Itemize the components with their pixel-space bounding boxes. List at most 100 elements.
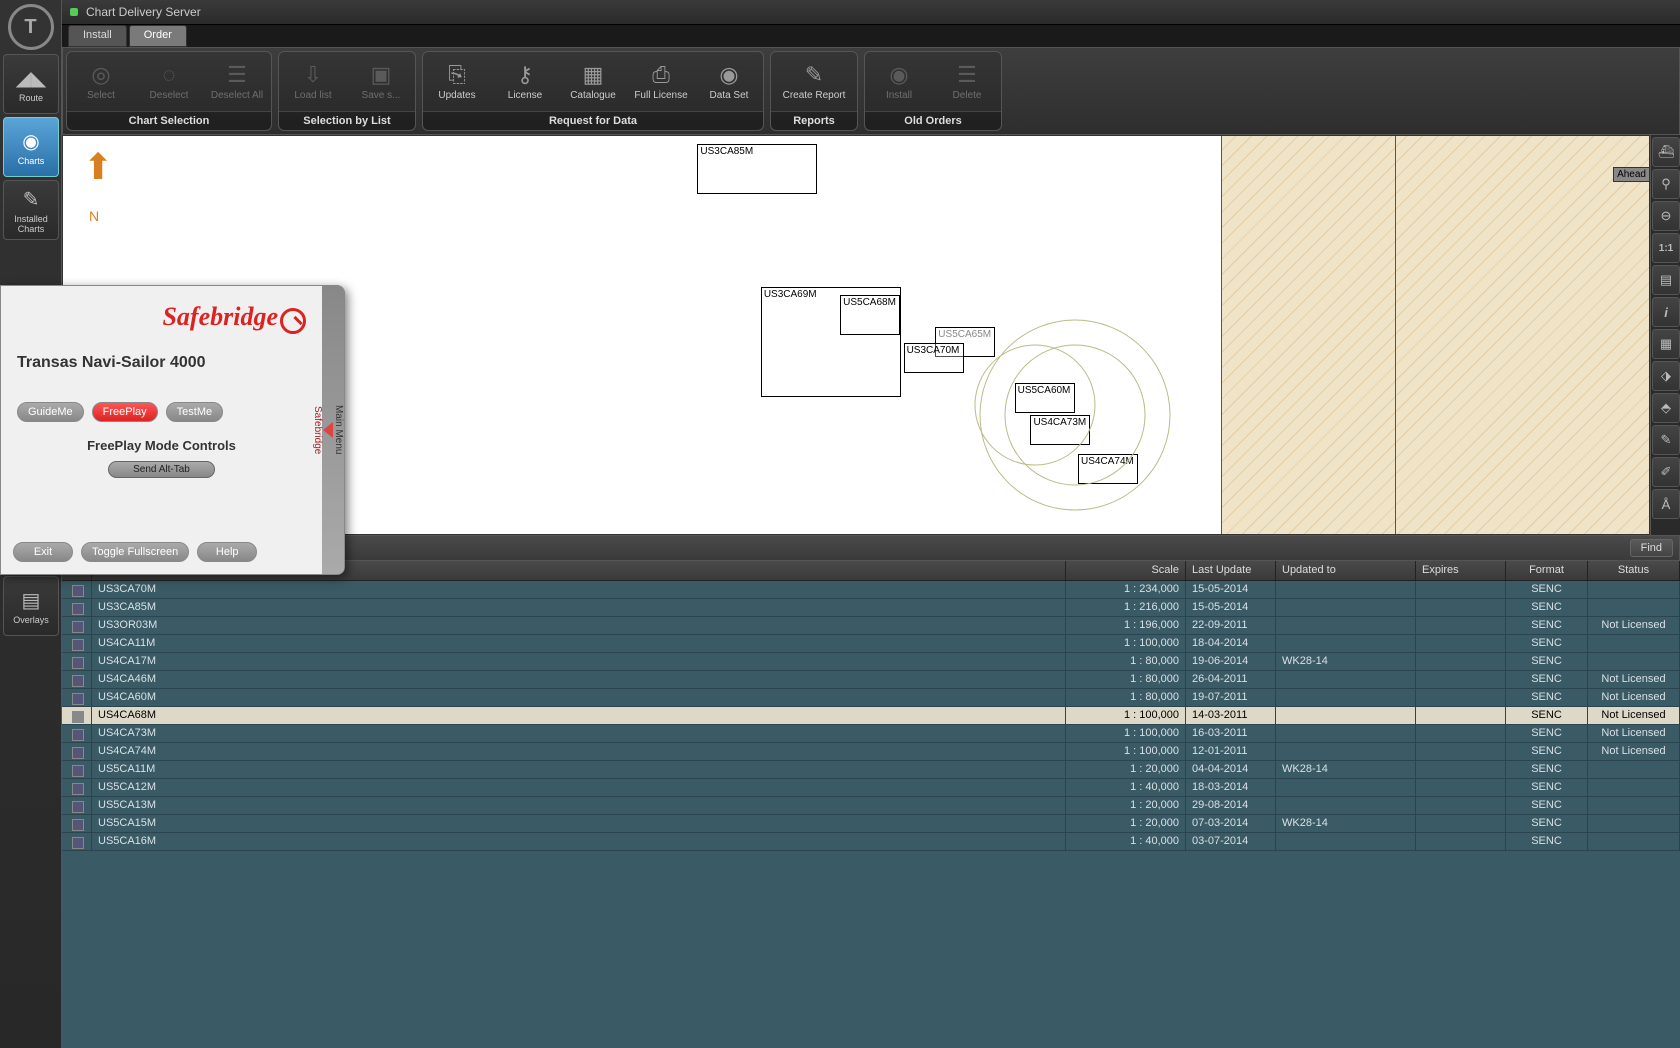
row-checkbox[interactable] — [72, 693, 84, 705]
target-icon: ◎ — [91, 62, 110, 88]
table-row[interactable]: US4CA46M1 : 80,00026-04-2011SENCNot Lice… — [62, 671, 1680, 689]
edit-button[interactable]: ✎ — [1652, 425, 1680, 455]
chart-table[interactable]: Scale Last Update Updated to Expires For… — [62, 561, 1680, 1048]
row-checkbox[interactable] — [72, 585, 84, 597]
stack2-button[interactable]: ⬘ — [1652, 393, 1680, 423]
overlays-button[interactable]: ▤ Overlays — [3, 576, 59, 636]
row-checkbox[interactable] — [72, 639, 84, 651]
cell-format: SENC — [1506, 815, 1588, 832]
cell-last-update: 29-08-2014 — [1186, 797, 1276, 814]
full-license-icon: ⎙ — [652, 62, 670, 88]
zoom-tool-button[interactable]: ⚲ — [1652, 169, 1680, 199]
info-button[interactable]: i — [1652, 297, 1680, 327]
toggle-fullscreen-button[interactable]: Toggle Fullscreen — [81, 542, 189, 562]
stack-button[interactable]: ⬗ — [1652, 361, 1680, 391]
chart-outline[interactable]: US3CA85M — [697, 144, 817, 194]
scale-1-1-button[interactable]: 1:1 — [1652, 233, 1680, 263]
row-checkbox[interactable] — [72, 729, 84, 741]
cell-expires — [1416, 635, 1506, 652]
row-checkbox[interactable] — [72, 621, 84, 633]
old-delete-button[interactable]: ☰Delete — [935, 54, 999, 109]
row-checkbox[interactable] — [72, 711, 84, 723]
table-row[interactable]: US4CA73M1 : 100,00016-03-2011SENCNot Lic… — [62, 725, 1680, 743]
cell-status — [1588, 653, 1680, 670]
table-row[interactable]: US4CA68M1 : 100,00014-03-2011SENCNot Lic… — [62, 707, 1680, 725]
row-checkbox[interactable] — [72, 675, 84, 687]
table-row[interactable]: US5CA16M1 : 40,00003-07-2014SENC — [62, 833, 1680, 851]
send-alttab-button[interactable]: Send Alt-Tab — [108, 461, 215, 478]
col-expires[interactable]: Expires — [1416, 561, 1506, 580]
cell-name: US5CA13M — [92, 797, 1066, 814]
col-status[interactable]: Status — [1588, 561, 1680, 580]
col-format[interactable]: Format — [1506, 561, 1588, 580]
row-checkbox[interactable] — [72, 603, 84, 615]
charts-button[interactable]: ◉ Charts — [3, 117, 59, 177]
load-list-button[interactable]: ⇩Load list — [281, 54, 345, 109]
compass-button[interactable]: Å — [1652, 489, 1680, 519]
table-row[interactable]: US4CA11M1 : 100,00018-04-2014SENC — [62, 635, 1680, 653]
cell-status: Not Licensed — [1588, 617, 1680, 634]
row-checkbox[interactable] — [72, 801, 84, 813]
table-row[interactable]: US5CA12M1 : 40,00018-03-2014SENC — [62, 779, 1680, 797]
row-checkbox[interactable] — [72, 747, 84, 759]
table-row[interactable]: US4CA74M1 : 100,00012-01-2011SENCNot Lic… — [62, 743, 1680, 761]
layers-button[interactable]: ▤ — [1652, 265, 1680, 295]
ship-tool-button[interactable]: ⛴ — [1652, 137, 1680, 167]
row-checkbox[interactable] — [72, 837, 84, 849]
dataset-button[interactable]: ◉Data Set — [697, 54, 761, 109]
deselect-all-button[interactable]: ☰Deselect All — [205, 54, 269, 109]
deselect-button[interactable]: ◌Deselect — [137, 54, 201, 109]
updates-button[interactable]: ⎘Updates — [425, 54, 489, 109]
table-row[interactable]: US4CA60M1 : 80,00019-07-2011SENCNot Lice… — [62, 689, 1680, 707]
find-button[interactable]: Find — [1630, 539, 1673, 557]
row-checkbox[interactable] — [72, 819, 84, 831]
cell-last-update: 18-03-2014 — [1186, 779, 1276, 796]
popup-side-handle[interactable]: Main Menu Safebridge — [322, 286, 344, 574]
col-last-update[interactable]: Last Update — [1186, 561, 1276, 580]
map-gridline — [1395, 136, 1396, 534]
old-install-button[interactable]: ◉Install — [867, 54, 931, 109]
col-scale[interactable]: Scale — [1066, 561, 1186, 580]
row-checkbox[interactable] — [72, 783, 84, 795]
save-list-button[interactable]: ▣Save s... — [349, 54, 413, 109]
title-bar: Chart Delivery Server — [0, 0, 1680, 25]
help-button[interactable]: Help — [197, 542, 257, 562]
tab-order[interactable]: Order — [129, 25, 187, 47]
table-row[interactable]: US5CA13M1 : 20,00029-08-2014SENC — [62, 797, 1680, 815]
chart-outline[interactable]: US5CA68M — [840, 295, 900, 335]
cell-status: Not Licensed — [1588, 743, 1680, 760]
cell-status: Not Licensed — [1588, 671, 1680, 688]
table-row[interactable]: US3CA70M1 : 234,00015-05-2014SENC — [62, 581, 1680, 599]
table-row[interactable]: US5CA11M1 : 20,00004-04-2014WK28-14SENC — [62, 761, 1680, 779]
app-logo-icon[interactable]: T — [8, 4, 54, 50]
col-updated-to[interactable]: Updated to — [1276, 561, 1416, 580]
map-gridline — [1221, 136, 1222, 534]
testme-button[interactable]: TestMe — [166, 402, 223, 422]
group-request-data: ⎘Updates ⚷License ▦Catalogue ⎙Full Licen… — [422, 51, 764, 131]
cell-expires — [1416, 707, 1506, 724]
zoom-out-button[interactable]: ⊖ — [1652, 201, 1680, 231]
freeplay-button[interactable]: FreePlay — [92, 402, 158, 422]
table-row[interactable]: US3CA85M1 : 216,00015-05-2014SENC — [62, 599, 1680, 617]
target-off-icon: ◌ — [162, 62, 175, 88]
pencil-button[interactable]: ✐ — [1652, 457, 1680, 487]
license-button[interactable]: ⚷License — [493, 54, 557, 109]
full-license-button[interactable]: ⎙Full License — [629, 54, 693, 109]
route-button[interactable]: ◢◣ Route — [3, 54, 59, 114]
table-row[interactable]: US3OR03M1 : 196,00022-09-2011SENCNot Lic… — [62, 617, 1680, 635]
exit-button[interactable]: Exit — [13, 542, 73, 562]
select-button[interactable]: ◎Select — [69, 54, 133, 109]
create-report-button[interactable]: ✎Create Report — [773, 54, 855, 109]
row-checkbox[interactable] — [72, 765, 84, 777]
guideme-button[interactable]: GuideMe — [17, 402, 84, 422]
row-checkbox[interactable] — [72, 657, 84, 669]
catalogue-button[interactable]: ▦Catalogue — [561, 54, 625, 109]
table-row[interactable]: US4CA17M1 : 80,00019-06-2014WK28-14SENC — [62, 653, 1680, 671]
installed-charts-button[interactable]: ✎ Installed Charts — [3, 180, 59, 240]
cell-format: SENC — [1506, 635, 1588, 652]
cell-expires — [1416, 653, 1506, 670]
status-indicator-icon — [70, 8, 78, 16]
tab-install[interactable]: Install — [68, 25, 127, 47]
table-row[interactable]: US5CA15M1 : 20,00007-03-2014WK28-14SENC — [62, 815, 1680, 833]
ruler-button[interactable]: ▦ — [1652, 329, 1680, 359]
